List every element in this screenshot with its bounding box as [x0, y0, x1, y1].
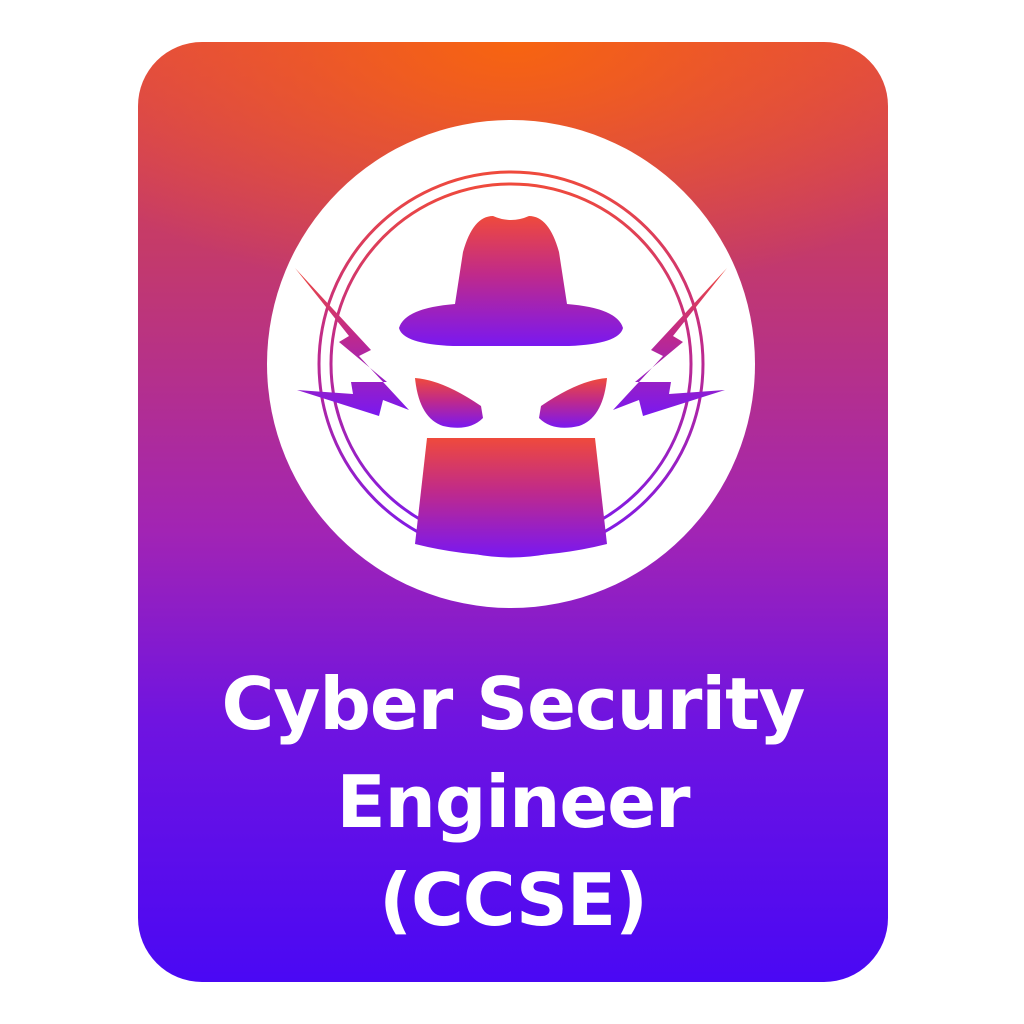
page: Cyber Security Engineer (CCSE) — [0, 0, 1024, 1024]
certification-badge: Cyber Security Engineer (CCSE) — [138, 42, 888, 982]
laptop-icon — [415, 438, 607, 556]
lightning-right-icon — [613, 268, 727, 416]
eyes-left — [415, 378, 483, 428]
eyes-right — [539, 378, 607, 428]
badge-title-line-2: Engineer — [336, 760, 690, 844]
emblem-disc — [267, 120, 755, 608]
hat-icon — [399, 216, 623, 346]
lightning-left-icon — [295, 268, 409, 416]
badge-title-line-1: Cyber Security — [221, 662, 806, 746]
hacker-hat-icon — [295, 170, 727, 558]
badge-title-line-3: (CCSE) — [379, 858, 648, 942]
